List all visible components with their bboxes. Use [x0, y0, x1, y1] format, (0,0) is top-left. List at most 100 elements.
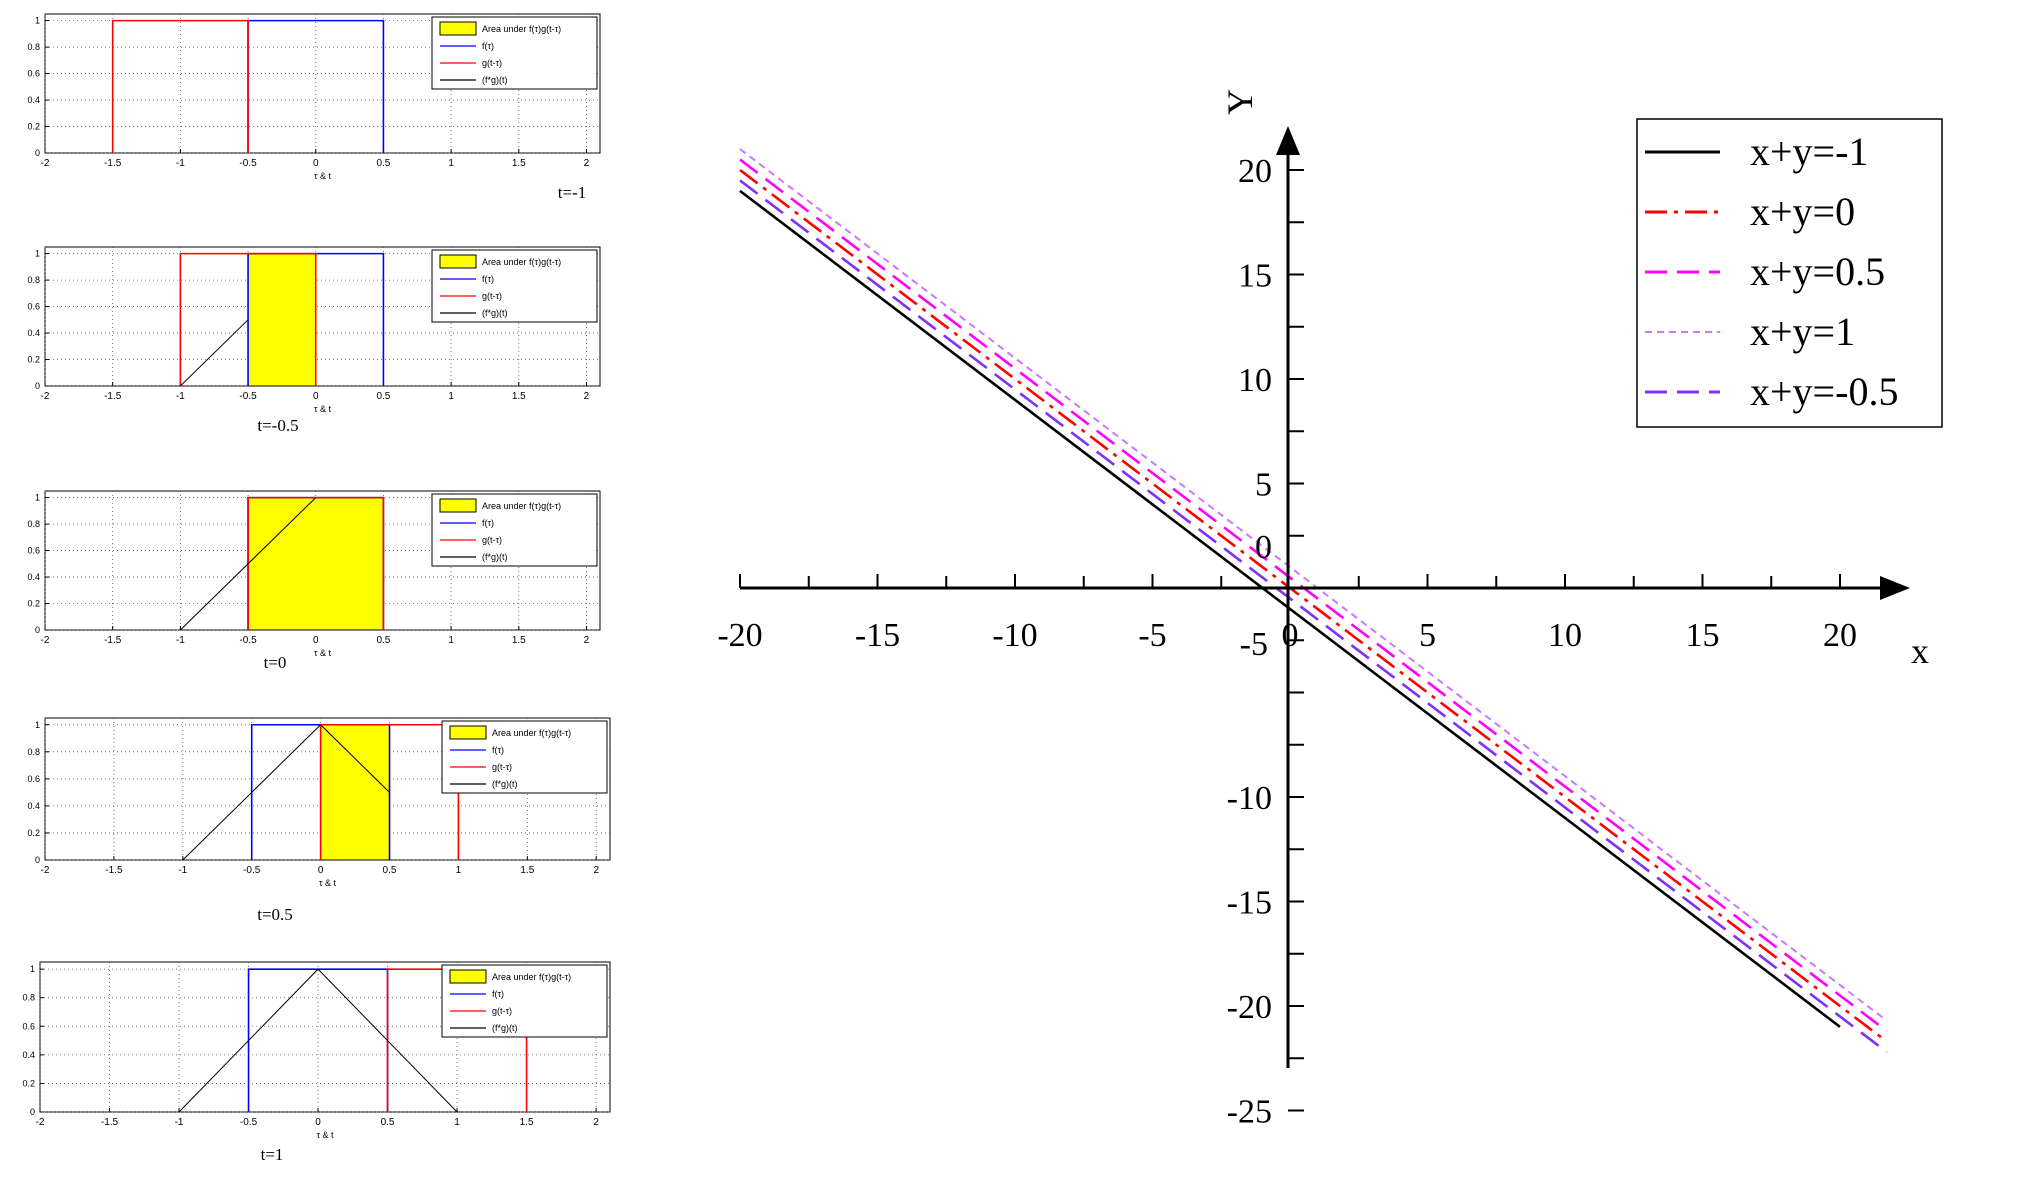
main-line-chart: -20 -15 -10 -5 0 5 10 15 20 -25 -20 -15 -10 -5 0 5 10 15 2…: [717, 89, 1943, 1131]
legend-label: f(τ): [492, 745, 504, 755]
legend-label: g(t-τ): [482, 535, 502, 545]
y-tick-label: 0.8: [27, 275, 40, 285]
y-tick-label: 0.2: [27, 599, 40, 609]
x-tick-label: 0: [1282, 617, 1299, 654]
panel-caption: t=1: [261, 1145, 284, 1164]
y-tick-label: 0.4: [27, 572, 40, 582]
legend-swatch-area: [439, 498, 477, 513]
legend-label: (f*g)(t): [482, 308, 508, 318]
y-tick-label: 0.2: [27, 122, 40, 132]
y-tick-label: 0: [1255, 529, 1272, 566]
x-tick-label: 10: [1548, 617, 1582, 654]
overlap-area: [247, 497, 384, 631]
legend-label: (f*g)(t): [482, 552, 508, 562]
x-tick-label: -1: [176, 158, 185, 169]
y-tick-label: 0.6: [27, 774, 40, 784]
overlap-area: [247, 253, 317, 387]
panel-caption: t=0.5: [257, 905, 293, 924]
y-tick-label: 1: [35, 249, 40, 259]
x-tick-label: 0: [313, 391, 319, 402]
y-tick-label: 0.6: [22, 1021, 35, 1031]
x-tick-label: 2: [584, 391, 590, 402]
y-tick-label: 0.2: [27, 828, 40, 838]
x-tick-label: -1: [176, 635, 185, 646]
x-tick-label: 1.5: [512, 391, 526, 402]
legend-swatch-area: [439, 21, 477, 36]
y-tick-label: 1: [35, 493, 40, 503]
x-tick-label: 1.5: [520, 1117, 534, 1128]
x-tick-label: 0.5: [376, 158, 390, 169]
x-tick-label: -0.5: [243, 865, 261, 876]
legend-label: g(t-τ): [492, 1006, 512, 1016]
x-tick-label: 5: [1419, 617, 1436, 654]
y-tick-label: 0: [35, 148, 40, 158]
legend-label: x+y=-1: [1750, 129, 1868, 174]
legend-label: (f*g)(t): [492, 1023, 518, 1033]
x-tick-label: 0.5: [381, 1117, 395, 1128]
x-tick-label: -1: [175, 1117, 184, 1128]
y-tick-label: 0: [35, 855, 40, 865]
x-tick-label: -0.5: [239, 158, 257, 169]
legend-label: Area under f(τ)g(t-τ): [482, 24, 561, 34]
x-tick-label: 0: [318, 865, 324, 876]
x-tick-label: -2: [41, 158, 50, 169]
x-tick-label: 1.5: [512, 635, 526, 646]
y-tick-label: 0: [30, 1107, 35, 1117]
x-tick-label: -2: [36, 1117, 45, 1128]
legend-label: g(t-τ): [482, 58, 502, 68]
legend-label: f(τ): [482, 41, 494, 51]
x-tick-label: -2: [41, 635, 50, 646]
x-tick-label: 1: [456, 865, 462, 876]
x-tick-label: 2: [593, 865, 599, 876]
legend-label: x+y=0.5: [1750, 249, 1885, 294]
x-axis-label: τ & t: [314, 171, 332, 181]
y-tick-label: -5: [1240, 626, 1268, 663]
legend-label: f(τ): [492, 989, 504, 999]
y-tick-label: 0.8: [27, 519, 40, 529]
y-axis-label: Y: [1220, 89, 1260, 115]
x-tick-label: -0.5: [240, 1117, 258, 1128]
y-tick-label: -20: [1227, 989, 1272, 1026]
legend-swatch-area: [449, 725, 487, 740]
x-tick-label: 1: [448, 158, 454, 169]
x-tick-label: -15: [855, 617, 900, 654]
y-tick-label: 0.8: [27, 747, 40, 757]
panel-1: -2 -1.5 -1 -0.5 0 0.5 1 1.5 2 0 0.2 0.4 0.6 0.8 1 τ & t…: [27, 13, 601, 202]
y-tick-label: 0.8: [27, 42, 40, 52]
x-tick-label: -1: [178, 865, 187, 876]
legend-label: x+y=-0.5: [1750, 369, 1898, 414]
panel-2: -2 -1.5 -1 -0.5 0 0.5 1 1.5 2 0 0.2 0.4 0.6 0.8 1 τ & t…: [27, 246, 601, 435]
legend-label: (f*g)(t): [492, 779, 518, 789]
legend-swatch-area: [439, 254, 477, 269]
x-axis-label: τ & t: [314, 404, 332, 414]
x-tick-label: -5: [1138, 617, 1166, 654]
y-tick-label: -15: [1227, 885, 1272, 922]
y-tick-label: 0.2: [27, 355, 40, 365]
x-tick-label: 2: [593, 1117, 599, 1128]
panel-4: -2 -1.5 -1 -0.5 0 0.5 1 1.5 2 0 0.2 0.4 0.6 0.8 1 τ & t…: [27, 717, 611, 924]
x-tick-label: 0: [313, 158, 319, 169]
x-tick-label: 1: [448, 635, 454, 646]
legend-label: Area under f(τ)g(t-τ): [482, 501, 561, 511]
panel-caption: t=-0.5: [257, 416, 298, 435]
x-tick-label: 0: [315, 1117, 321, 1128]
x-tick-label: -1.5: [104, 635, 122, 646]
y-tick-label: 0.6: [27, 69, 40, 79]
legend-label: f(τ): [482, 518, 494, 528]
x-tick-label: 1: [448, 391, 454, 402]
x-tick-label: 1.5: [512, 158, 526, 169]
x-tick-label: -0.5: [239, 391, 257, 402]
x-tick-label: 1: [454, 1117, 460, 1128]
legend-label: g(t-τ): [482, 291, 502, 301]
x-tick-label: -20: [717, 617, 762, 654]
panel-caption: t=0: [264, 653, 287, 672]
x-tick-label: 20: [1823, 617, 1857, 654]
y-tick-label: 0.2: [22, 1078, 35, 1088]
y-tick-label: -25: [1227, 1094, 1272, 1131]
x-tick-label: -1.5: [105, 865, 123, 876]
y-tick-label: 20: [1238, 153, 1272, 190]
y-tick-label: 1: [30, 964, 35, 974]
x-tick-label: 2: [584, 158, 590, 169]
x-tick-label: -2: [41, 865, 50, 876]
x-tick-label: -0.5: [239, 635, 257, 646]
